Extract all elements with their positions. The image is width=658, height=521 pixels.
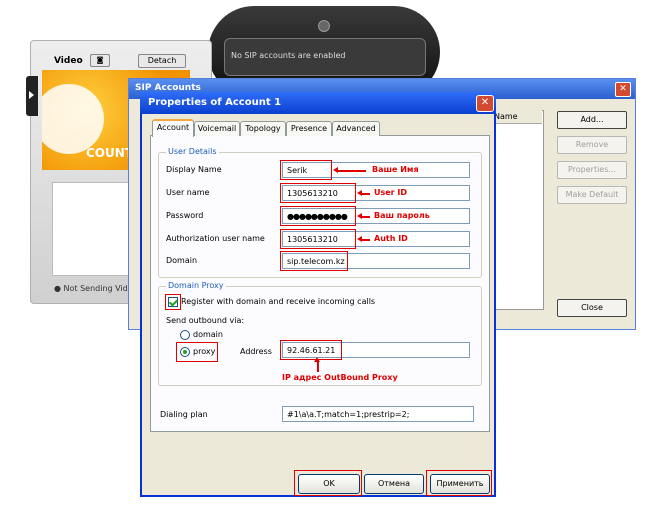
- detach-button[interactable]: Detach: [138, 54, 186, 68]
- logo-circle: [42, 84, 104, 154]
- cancel-button[interactable]: Отмена: [364, 474, 424, 494]
- video-image-text: COUNT: [86, 146, 133, 160]
- annotation-proxy: IP адрес OutBound Proxy: [282, 373, 398, 382]
- domain-label: Domain: [166, 256, 198, 265]
- ok-highlight: [294, 470, 362, 496]
- properties-button[interactable]: Properties...: [557, 161, 627, 179]
- send-outbound-label: Send outbound via:: [166, 316, 245, 325]
- auth-id-arrow: [357, 236, 370, 242]
- sip-column-name[interactable]: Name: [490, 110, 542, 124]
- user-id-arrow: [357, 190, 370, 196]
- add-button[interactable]: Add...: [557, 111, 627, 129]
- tab-advanced[interactable]: Advanced: [332, 121, 380, 136]
- close-button[interactable]: Close: [557, 299, 627, 317]
- annotation-password: Ваш пароль: [374, 211, 430, 220]
- make-default-button[interactable]: Make Default: [557, 186, 627, 204]
- apply-highlight: [426, 470, 492, 496]
- video-title: Video: [54, 56, 83, 66]
- phone-logo-icon: [318, 20, 330, 32]
- password-arrow: [357, 213, 370, 219]
- remove-button[interactable]: Remove: [557, 136, 627, 154]
- password-highlight: [280, 206, 356, 226]
- dialog-close-icon[interactable]: ✕: [476, 95, 494, 112]
- tab-topology[interactable]: Topology: [240, 121, 286, 136]
- tab-voicemail[interactable]: Voicemail: [194, 121, 240, 136]
- proxy-arrow: [314, 357, 320, 372]
- password-label: Password: [166, 211, 204, 220]
- sip-account-list[interactable]: [490, 110, 544, 310]
- tab-presence[interactable]: Presence: [286, 121, 332, 136]
- annotation-name: Ваше Имя: [372, 165, 419, 174]
- register-label: Register with domain and receive incomin…: [181, 297, 376, 306]
- phone-status-text: No SIP accounts are enabled: [231, 51, 346, 60]
- radio-domain[interactable]: [180, 330, 190, 340]
- dialing-plan-label: Dialing plan: [160, 410, 208, 419]
- user-name-label: User name: [166, 188, 210, 197]
- domain-proxy-legend: Domain Proxy: [166, 281, 226, 290]
- detach-label: Detach: [147, 56, 177, 65]
- address-label: Address: [240, 347, 272, 356]
- user-name-highlight: [280, 183, 356, 203]
- dialog-title: Properties of Account 1: [148, 97, 282, 108]
- annotation-user-id: User ID: [374, 188, 408, 197]
- tab-account[interactable]: Account: [152, 119, 194, 137]
- panel-toggle-arrow-icon[interactable]: [26, 76, 38, 116]
- phone-display: No SIP accounts are enabled: [224, 38, 426, 76]
- radio-domain-label: domain: [193, 330, 223, 339]
- annotation-auth-id: Auth ID: [374, 234, 408, 243]
- dialing-plan-field[interactable]: #1\a\a.T;match=1;prestrip=2;: [282, 406, 474, 422]
- video-status: ● Not Sending Vide: [54, 284, 133, 293]
- domain-highlight: [280, 251, 348, 271]
- sip-close-icon[interactable]: ✕: [615, 82, 631, 97]
- video-status-text: Not Sending Vide: [63, 284, 133, 293]
- video-camera-icon[interactable]: ◙: [90, 54, 110, 67]
- proxy-highlight: [176, 342, 218, 362]
- user-details-legend: User Details: [166, 147, 219, 156]
- display-name-highlight: [280, 160, 332, 180]
- display-name-arrow: [333, 167, 366, 173]
- display-name-label: Display Name: [166, 165, 222, 174]
- auth-user-label: Authorization user name: [166, 234, 265, 243]
- auth-user-highlight: [280, 229, 356, 249]
- register-highlight: [165, 294, 181, 310]
- address-highlight: [280, 340, 342, 360]
